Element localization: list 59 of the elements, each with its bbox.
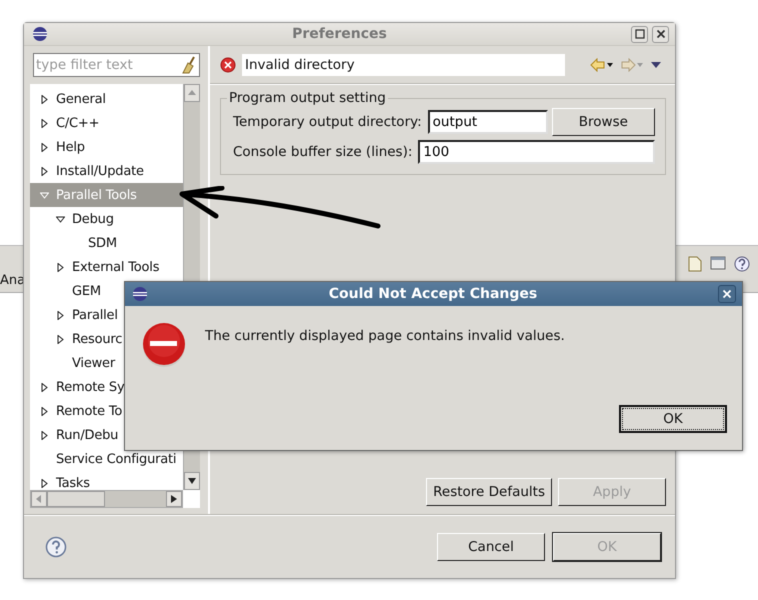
- error-message: Invalid directory: [242, 54, 565, 76]
- eclipse-logo-icon: [32, 26, 48, 42]
- tree-item[interactable]: External Tools: [30, 255, 183, 279]
- scroll-down-icon[interactable]: [188, 478, 196, 484]
- tree-item[interactable]: C/C++: [30, 111, 183, 135]
- tree-item[interactable]: Install/Update: [30, 159, 183, 183]
- broom-icon[interactable]: [181, 56, 197, 74]
- expanded-arrow-icon[interactable]: [56, 214, 65, 224]
- collapsed-arrow-icon[interactable]: [56, 262, 65, 272]
- browse-button[interactable]: Browse: [552, 108, 655, 136]
- close-icon[interactable]: [656, 29, 666, 39]
- collapsed-arrow-icon[interactable]: [40, 94, 49, 104]
- ok-button[interactable]: OK: [619, 405, 727, 433]
- tree-item[interactable]: Remote Sy: [30, 375, 183, 399]
- tree-item[interactable]: Remote To: [30, 399, 183, 423]
- collapsed-arrow-icon[interactable]: [40, 142, 49, 152]
- collapsed-arrow-icon[interactable]: [40, 118, 49, 128]
- tree-item[interactable]: Help: [30, 135, 183, 159]
- view-menu-icon[interactable]: [650, 60, 662, 68]
- error-icon: [220, 56, 236, 72]
- text-field[interactable]: output: [428, 110, 548, 134]
- field-label: Temporary output directory:: [233, 114, 422, 130]
- filter-field[interactable]: type filter text: [33, 53, 200, 77]
- dialog-message: The currently displayed page contains invalid values.: [205, 327, 565, 344]
- maximize-button[interactable]: [631, 26, 648, 42]
- window-title: Preferences: [291, 26, 388, 42]
- tree-item[interactable]: Tasks: [30, 471, 183, 490]
- dialog-button[interactable]: Cancel: [437, 533, 545, 561]
- collapsed-arrow-icon[interactable]: [56, 310, 65, 320]
- text-field[interactable]: 100: [418, 140, 655, 164]
- tree-item[interactable]: Parallel: [30, 303, 183, 327]
- tree-item[interactable]: General: [30, 87, 183, 111]
- help-icon[interactable]: [45, 536, 67, 558]
- help-icon[interactable]: [734, 256, 750, 272]
- collapsed-arrow-icon[interactable]: [40, 382, 49, 392]
- maximize-icon[interactable]: [634, 29, 644, 39]
- collapsed-arrow-icon[interactable]: [40, 478, 49, 488]
- tree-item[interactable]: Run/Debu: [30, 423, 183, 447]
- close-button[interactable]: [652, 26, 669, 42]
- tree-item[interactable]: SDM: [30, 231, 183, 255]
- window-icon[interactable]: [710, 256, 726, 270]
- dialog-title: Could Not Accept Changes: [328, 286, 538, 302]
- collapsed-arrow-icon[interactable]: [40, 406, 49, 416]
- tree-item[interactable]: Resourc: [30, 327, 183, 351]
- back-arrow-icon[interactable]: [590, 58, 614, 72]
- document-icon[interactable]: [688, 256, 702, 272]
- collapsed-arrow-icon[interactable]: [56, 334, 65, 344]
- eclipse-logo-icon: [132, 286, 148, 302]
- stop-icon: [141, 322, 187, 368]
- close-button[interactable]: [718, 285, 736, 303]
- page-button[interactable]: Restore Defaults: [426, 478, 552, 506]
- horizontal-scrollbar[interactable]: [30, 490, 183, 508]
- field-label: Console buffer size (lines):: [233, 144, 412, 160]
- tree-item[interactable]: Debug: [30, 207, 183, 231]
- collapsed-arrow-icon[interactable]: [40, 430, 49, 440]
- scroll-right-icon[interactable]: [171, 495, 177, 503]
- tree-item[interactable]: Service Configurati: [30, 447, 183, 471]
- group-title: Program output setting: [228, 90, 387, 106]
- collapsed-arrow-icon[interactable]: [40, 166, 49, 176]
